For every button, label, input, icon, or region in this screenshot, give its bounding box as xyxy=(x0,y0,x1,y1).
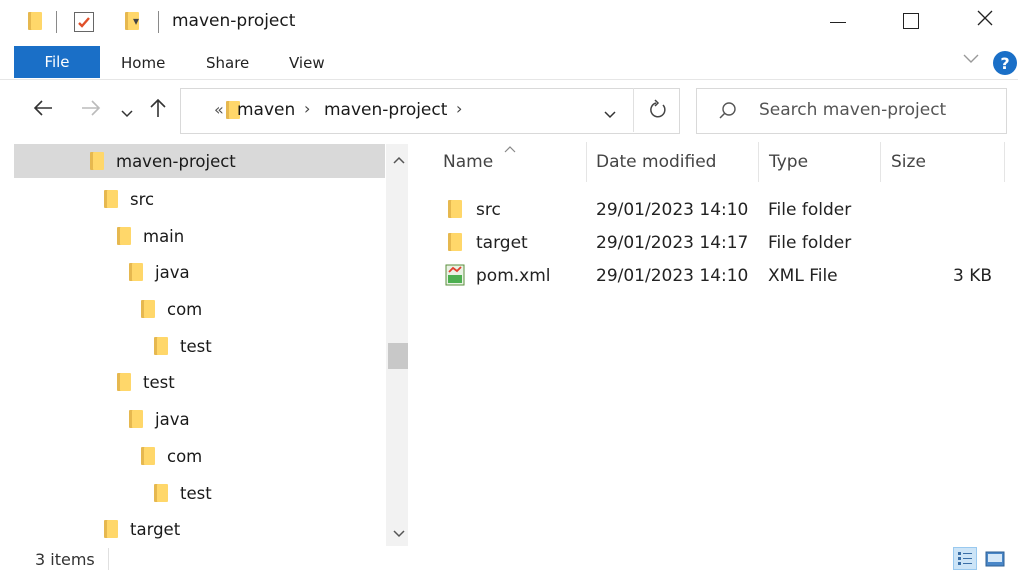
folder-icon xyxy=(129,263,143,281)
back-icon[interactable] xyxy=(32,98,54,122)
tree-item-java[interactable]: java xyxy=(129,255,190,289)
column-header-date[interactable]: Date modified xyxy=(596,152,716,172)
tree-item-target[interactable]: target xyxy=(104,512,180,546)
file-row[interactable]: target 29/01/2023 14:17 File folder xyxy=(440,226,1005,259)
tree-item-test[interactable]: test xyxy=(117,365,175,399)
breadcrumb-maven-project[interactable]: maven-project xyxy=(324,100,447,120)
details-view-icon[interactable] xyxy=(953,547,977,570)
window-title: maven-project xyxy=(172,11,296,31)
file-date: 29/01/2023 14:10 xyxy=(596,265,749,286)
tree-item-label: com xyxy=(167,299,203,319)
file-size: 3 KB xyxy=(952,265,992,286)
folder-icon xyxy=(104,190,118,208)
forward-icon[interactable] xyxy=(80,98,102,122)
properties-quick-access-icon[interactable] xyxy=(74,12,94,32)
scroll-down-icon[interactable] xyxy=(392,524,406,543)
tree-scroll-thumb[interactable] xyxy=(388,343,408,369)
tree-item-java[interactable]: java xyxy=(129,402,190,436)
tree-item-label: target xyxy=(130,519,181,539)
file-date: 29/01/2023 14:10 xyxy=(596,199,749,220)
column-header-type[interactable]: Type xyxy=(769,152,808,172)
column-divider[interactable] xyxy=(758,142,759,182)
large-icons-view-icon[interactable] xyxy=(984,550,1006,568)
file-name: src xyxy=(476,199,501,220)
tree-item-test[interactable]: test xyxy=(154,329,212,363)
overflow-chevron[interactable]: « xyxy=(214,100,224,119)
search-placeholder[interactable]: Search maven-project xyxy=(759,100,946,120)
column-header-name[interactable]: Name xyxy=(443,152,493,172)
title-separator xyxy=(56,11,57,33)
file-row[interactable]: src 29/01/2023 14:10 File folder xyxy=(440,193,1005,226)
folder-icon xyxy=(448,200,462,218)
folder-icon xyxy=(117,373,131,391)
search-icon xyxy=(718,101,738,125)
tree-item-label: src xyxy=(130,189,155,209)
file-name: pom.xml xyxy=(476,265,551,286)
folder-icon xyxy=(141,447,155,465)
tab-share[interactable]: Share xyxy=(206,54,249,72)
breadcrumb-separator-icon[interactable]: › xyxy=(304,99,310,118)
status-item-count: 3 items xyxy=(35,550,95,569)
tree-item-label: maven-project xyxy=(116,151,236,171)
tree-item-label: test xyxy=(180,483,212,503)
column-divider[interactable] xyxy=(586,142,587,182)
folder-icon xyxy=(129,410,143,428)
folder-icon xyxy=(154,337,168,355)
breadcrumb-separator-icon[interactable]: › xyxy=(456,99,462,118)
folder-icon xyxy=(117,227,131,245)
recent-locations-icon[interactable] xyxy=(120,104,134,123)
folder-icon xyxy=(104,520,118,538)
tree-item-main[interactable]: main xyxy=(117,219,184,253)
tree-item-maven-project[interactable]: maven-project xyxy=(14,144,385,178)
file-type: File folder xyxy=(768,199,852,220)
tree-item-label: java xyxy=(155,409,190,429)
folder-icon xyxy=(28,12,42,30)
refresh-icon[interactable] xyxy=(648,99,668,125)
minimize-icon[interactable] xyxy=(830,22,846,23)
file-row[interactable]: pom.xml 29/01/2023 14:10 XML File 3 KB xyxy=(440,259,1005,292)
title-separator xyxy=(158,11,159,33)
tab-file[interactable]: File xyxy=(14,46,100,78)
breadcrumb-maven[interactable]: maven xyxy=(237,100,295,120)
folder-icon xyxy=(90,152,104,170)
address-divider xyxy=(633,88,634,132)
scroll-up-icon[interactable] xyxy=(392,150,406,169)
maximize-icon[interactable] xyxy=(903,13,919,29)
customize-quick-access-icon[interactable]: ▾ xyxy=(133,14,139,28)
tree-item-label: test xyxy=(143,372,175,392)
tab-view[interactable]: View xyxy=(289,54,325,72)
up-icon[interactable] xyxy=(149,97,167,123)
address-dropdown-icon[interactable] xyxy=(603,105,617,124)
tree-item-test[interactable]: test xyxy=(154,476,212,510)
tab-home[interactable]: Home xyxy=(121,54,165,72)
ribbon-divider xyxy=(0,79,1018,80)
folder-icon xyxy=(141,300,155,318)
expand-ribbon-icon[interactable] xyxy=(962,50,980,69)
status-divider xyxy=(108,548,109,570)
file-name: target xyxy=(476,232,528,253)
tree-item-src[interactable]: src xyxy=(104,182,154,216)
sort-ascending-icon xyxy=(503,138,517,157)
help-icon[interactable]: ? xyxy=(993,51,1017,75)
folder-icon xyxy=(154,484,168,502)
tree-item-label: main xyxy=(143,226,185,246)
tree-item-label: com xyxy=(167,446,203,466)
close-icon[interactable] xyxy=(975,8,995,32)
column-divider[interactable] xyxy=(880,142,881,182)
column-header-size[interactable]: Size xyxy=(891,152,926,172)
tree-item-label: java xyxy=(155,262,190,282)
file-type: XML File xyxy=(768,265,838,286)
folder-icon xyxy=(448,233,462,251)
tree-item-com[interactable]: com xyxy=(141,292,202,326)
xml-file-icon xyxy=(445,264,465,286)
column-divider[interactable] xyxy=(1004,142,1005,182)
file-date: 29/01/2023 14:17 xyxy=(596,232,749,253)
tree-item-label: test xyxy=(180,336,212,356)
file-type: File folder xyxy=(768,232,852,253)
tree-item-com[interactable]: com xyxy=(141,439,202,473)
